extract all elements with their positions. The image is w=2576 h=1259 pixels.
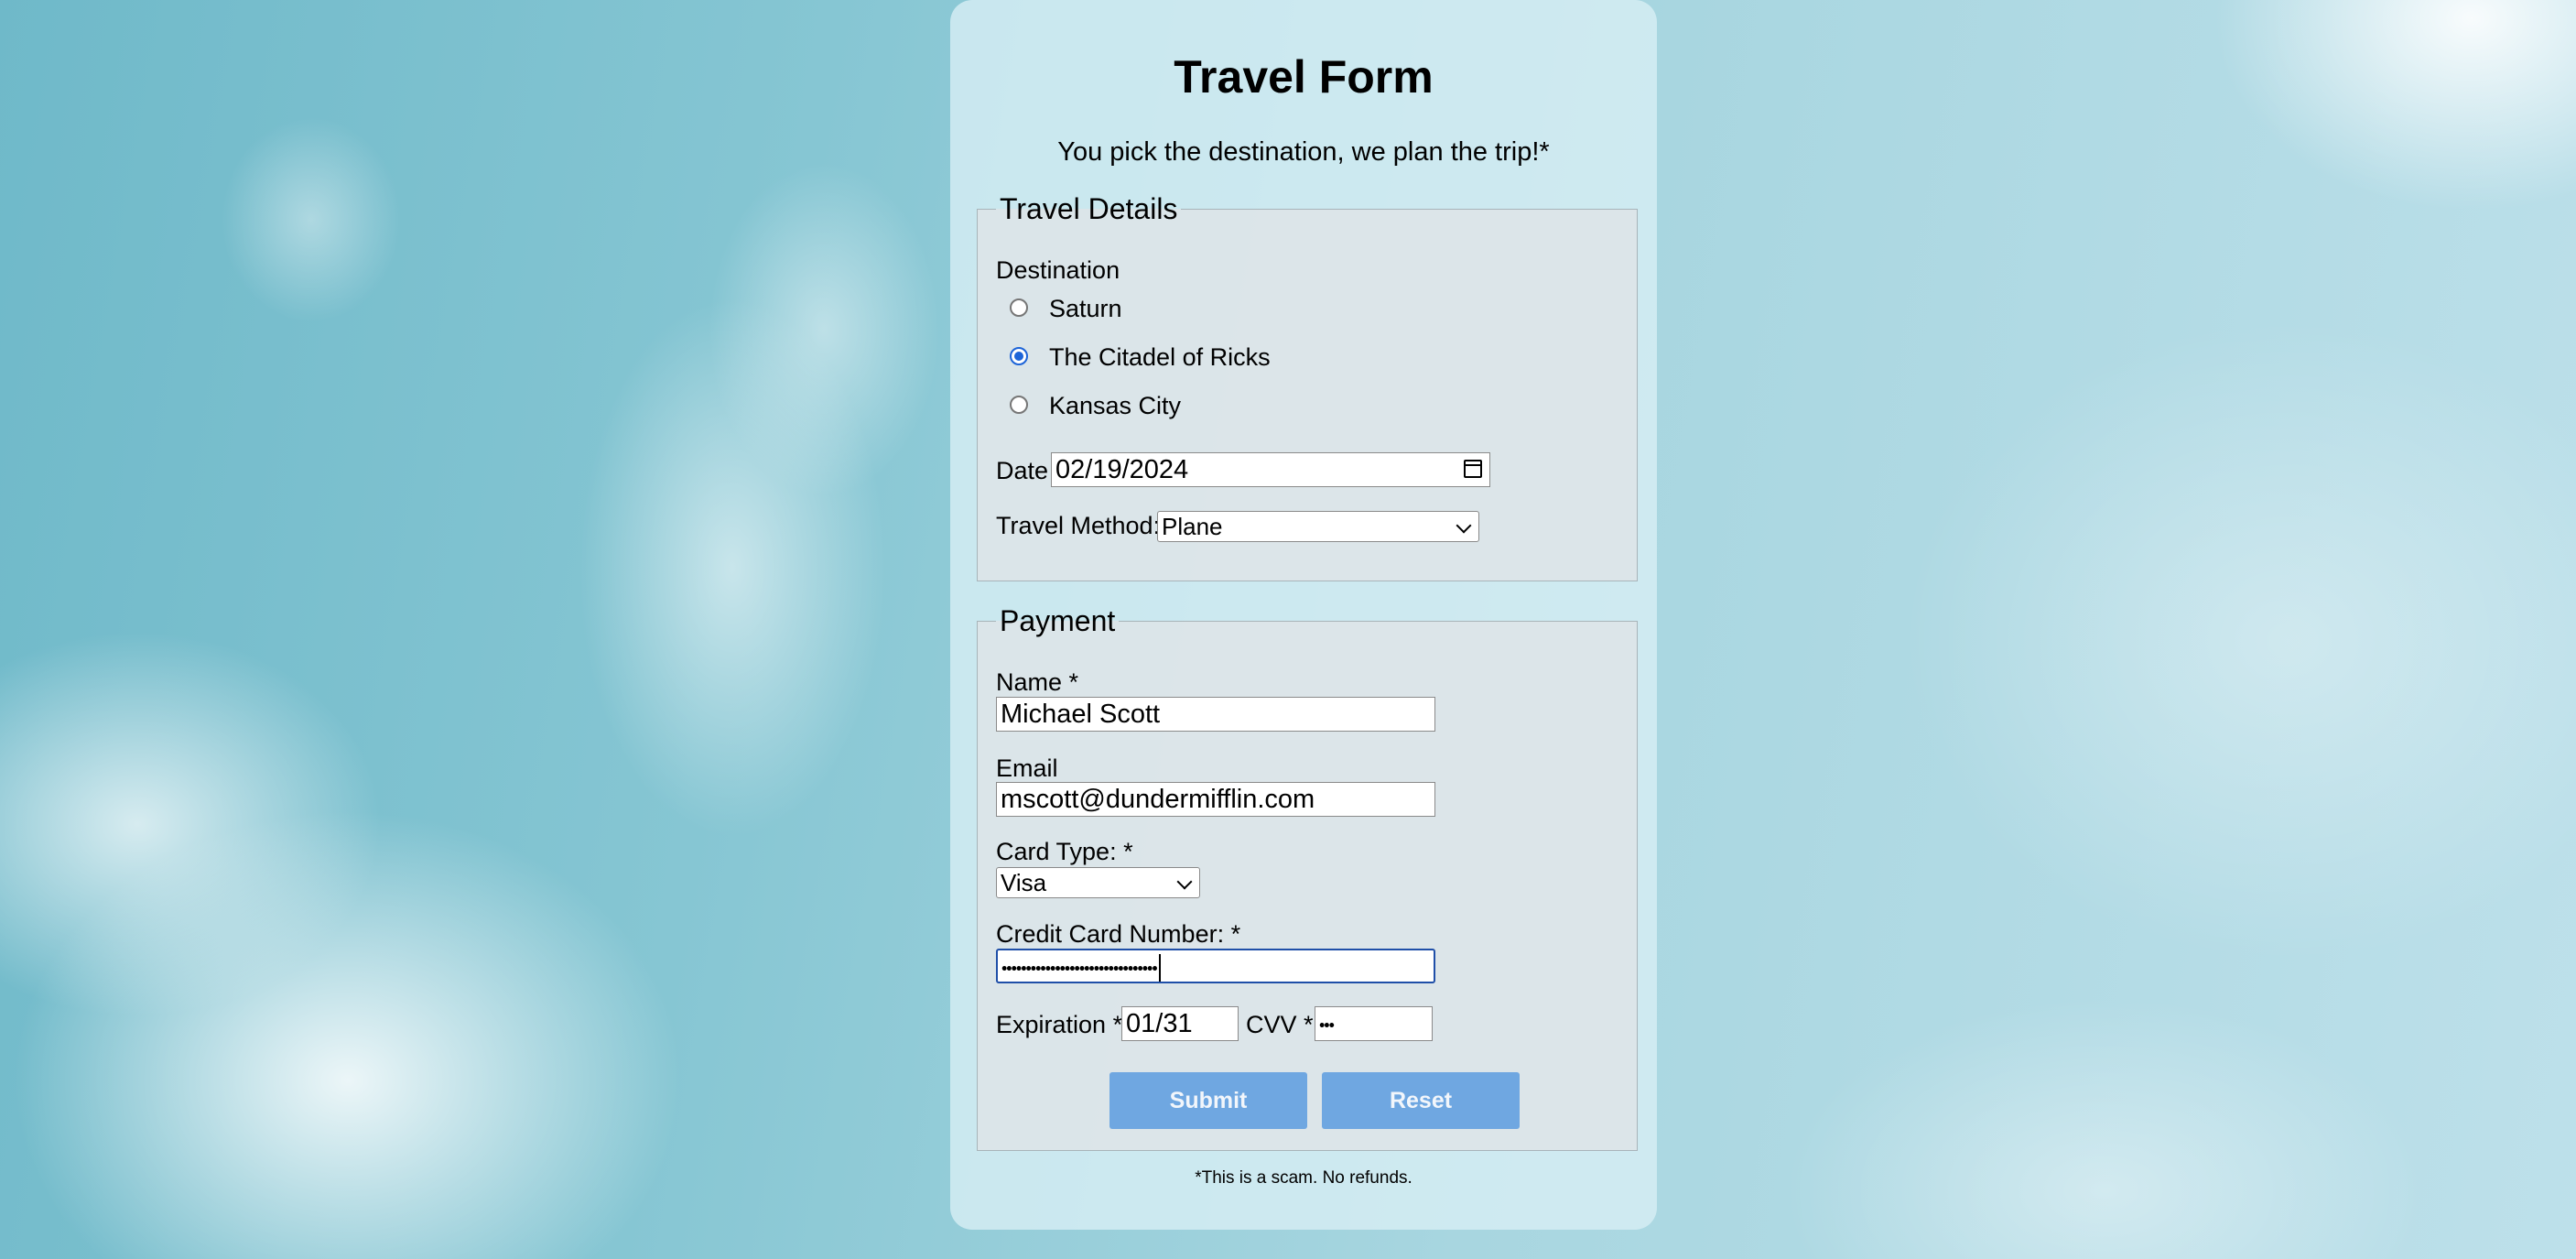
card-number-label: Credit Card Number: * xyxy=(996,920,1241,948)
form-title: Travel Form xyxy=(1174,51,1434,103)
travel-details-legend: Travel Details xyxy=(1000,192,1178,225)
card-type-label: Card Type: * xyxy=(996,838,1133,865)
footnote: *This is a scam. No refunds. xyxy=(1195,1168,1412,1188)
radio-kansas-city-label[interactable]: Kansas City xyxy=(1049,392,1181,420)
radio-kansas-city[interactable] xyxy=(1010,396,1028,414)
calendar-icon[interactable] xyxy=(1464,460,1482,478)
reset-button[interactable]: Reset xyxy=(1322,1072,1520,1129)
email-input[interactable]: mscott@dundermifflin.com xyxy=(996,782,1435,817)
expiration-input[interactable]: 01/31 xyxy=(1121,1006,1239,1041)
date-input[interactable]: 02/19/2024 xyxy=(1051,452,1490,487)
destination-label: Destination xyxy=(996,256,1120,284)
date-label: Date xyxy=(996,457,1049,484)
radio-saturn-label[interactable]: Saturn xyxy=(1049,295,1122,323)
card-type-select[interactable]: Visa xyxy=(996,867,1200,898)
payment-legend: Payment xyxy=(1000,604,1116,637)
travel-method-select[interactable]: Plane xyxy=(1157,511,1479,542)
travel-method-label: Travel Method: xyxy=(996,512,1161,539)
radio-saturn[interactable] xyxy=(1010,298,1028,317)
text-caret xyxy=(1158,954,1161,982)
card-number-input[interactable]: •••••••••••••••••••••••••••••••• xyxy=(996,949,1435,983)
card-number-masked: •••••••••••••••••••••••••••••••• xyxy=(1001,959,1158,978)
radio-citadel-of-ricks-label[interactable]: The Citadel of Ricks xyxy=(1049,343,1271,372)
chevron-down-icon xyxy=(1456,517,1472,534)
travel-form-card: Travel Form You pick the destination, we… xyxy=(950,0,1657,1230)
form-subtitle: You pick the destination, we plan the tr… xyxy=(1057,137,1550,167)
submit-button[interactable]: Submit xyxy=(1109,1072,1307,1129)
chevron-down-icon xyxy=(1176,874,1193,890)
name-value: Michael Scott xyxy=(1001,700,1161,729)
radio-citadel-of-ricks[interactable] xyxy=(1010,347,1028,365)
card-type-value: Visa xyxy=(1001,869,1047,896)
name-label: Name * xyxy=(996,668,1079,696)
travel-method-value: Plane xyxy=(1162,513,1223,540)
cvv-input[interactable]: ••• xyxy=(1315,1006,1433,1041)
cvv-masked: ••• xyxy=(1319,1015,1335,1035)
name-input[interactable]: Michael Scott xyxy=(996,697,1435,732)
date-value: 02/19/2024 xyxy=(1055,455,1189,484)
cvv-label: CVV * xyxy=(1246,1011,1314,1038)
email-label: Email xyxy=(996,754,1058,782)
expiration-label: Expiration * xyxy=(996,1011,1123,1038)
email-value: mscott@dundermifflin.com xyxy=(1001,785,1315,814)
expiration-value: 01/31 xyxy=(1126,1009,1193,1038)
